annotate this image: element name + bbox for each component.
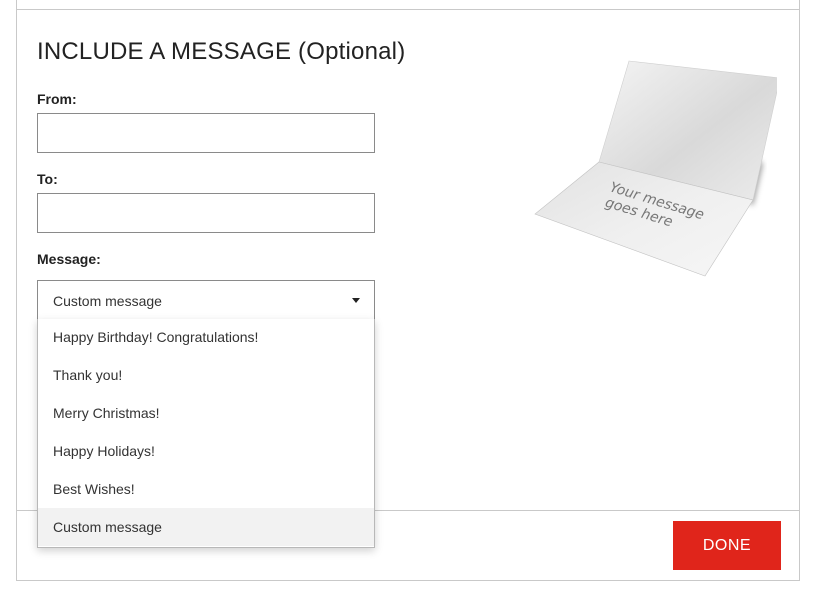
from-field[interactable]: [37, 113, 375, 153]
dropdown-option-happy-birthday[interactable]: Happy Birthday! Congratulations!: [38, 319, 374, 356]
from-label: From:: [37, 91, 77, 107]
message-panel: INCLUDE A MESSAGE (Optional) From: To: M…: [16, 0, 800, 581]
message-select-value: Custom message: [53, 293, 162, 309]
dropdown-option-best-wishes[interactable]: Best Wishes!: [38, 470, 374, 508]
message-select[interactable]: Custom message: [37, 280, 375, 320]
dropdown-option-merry-christmas[interactable]: Merry Christmas!: [38, 394, 374, 432]
message-label: Message:: [37, 251, 101, 267]
panel-top-divider: [17, 9, 799, 10]
dropdown-option-happy-holidays[interactable]: Happy Holidays!: [38, 432, 374, 470]
dropdown-option-custom-message[interactable]: Custom message: [38, 508, 374, 546]
caret-down-icon: [352, 298, 360, 303]
message-dropdown-list: Happy Birthday! Congratulations! Thank y…: [37, 319, 375, 548]
dropdown-option-thank-you[interactable]: Thank you!: [38, 356, 374, 394]
greeting-card-illustration: Your message goes here: [534, 60, 777, 277]
to-field[interactable]: [37, 193, 375, 233]
to-label: To:: [37, 171, 58, 187]
done-button[interactable]: DONE: [673, 521, 781, 570]
page-title: INCLUDE A MESSAGE (Optional): [37, 38, 406, 65]
